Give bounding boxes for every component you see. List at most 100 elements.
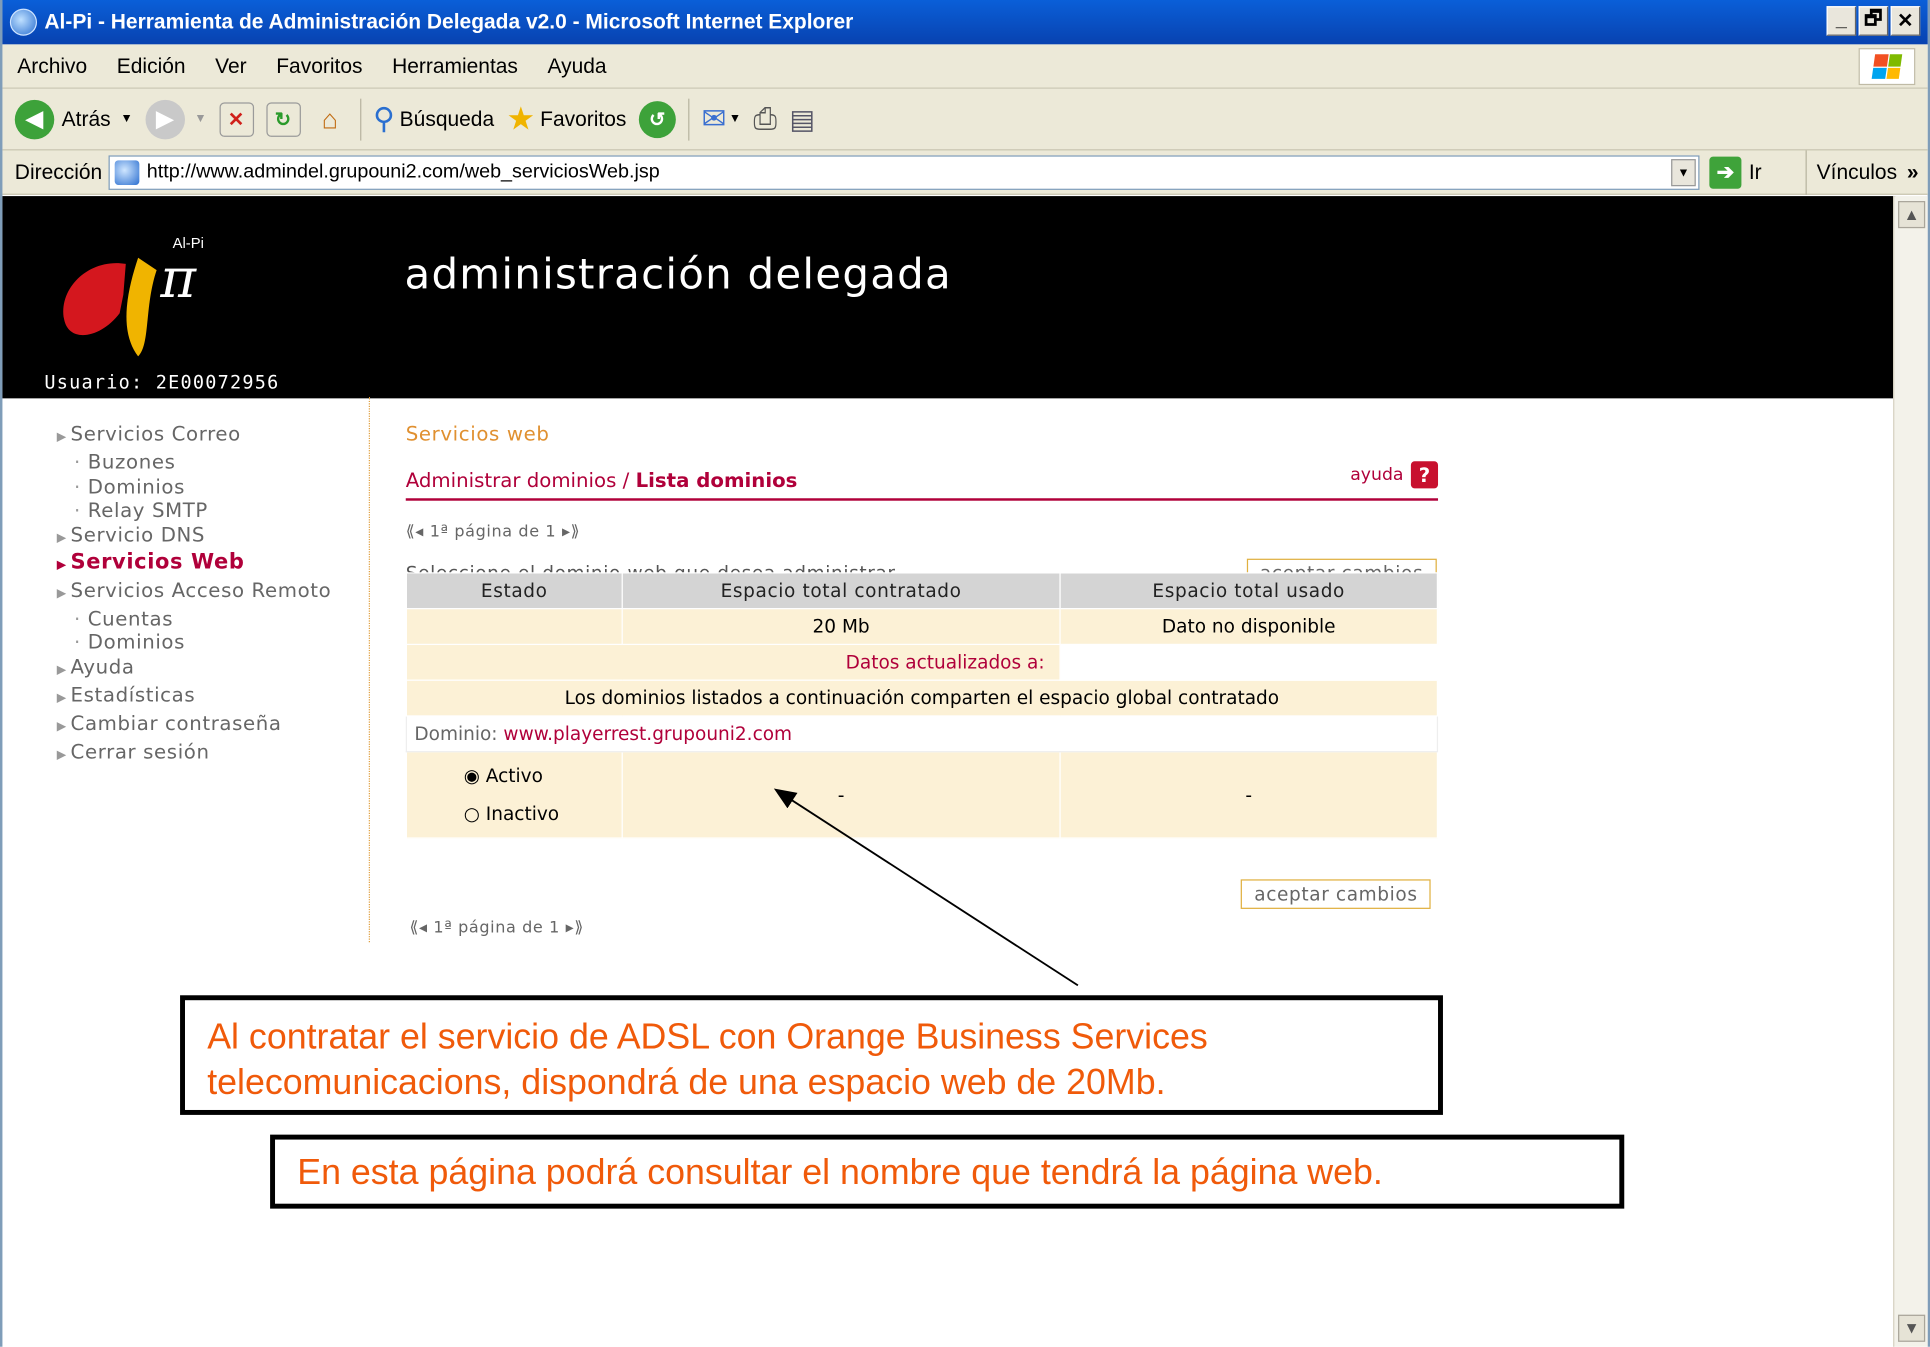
sidebar-item-estad-sticas[interactable]: ▶ Estadísticas: [57, 683, 365, 711]
printer-icon: ⎙: [753, 101, 778, 136]
next-page-icon[interactable]: ▸⟫: [566, 919, 584, 937]
sidebar-item-servicios-web[interactable]: ▶ Servicios Web: [56, 550, 365, 578]
pager-top: ⟪◂ 1ª página de 1 ▸⟫: [406, 523, 580, 541]
chevron-right-icon: ▶: [56, 719, 67, 734]
search-label: Búsqueda: [399, 106, 495, 131]
menu-archivo[interactable]: Archivo: [17, 54, 87, 79]
chevron-down-icon: ▼: [728, 112, 742, 126]
next-page-icon[interactable]: ▸⟫: [562, 523, 580, 541]
sidebar-item-label: Servicio DNS: [70, 523, 206, 547]
sidebar-item-label: Cambiar contraseña: [70, 711, 282, 735]
forward-button[interactable]: ▶ ▼: [145, 99, 207, 139]
radio-unselected-icon[interactable]: ○: [464, 802, 480, 824]
section-title: Servicios web: [405, 421, 550, 446]
sidebar-item-relay-smtp[interactable]: Relay SMTP: [57, 499, 365, 523]
links-label: Vínculos: [1816, 160, 1898, 184]
pager-label: 1ª página de 1: [433, 918, 560, 938]
sidebar-item-servicio-dns[interactable]: ▶ Servicio DNS: [57, 523, 365, 551]
breadcrumb-separator: /: [616, 468, 636, 493]
cell-contratado: 20 Mb: [621, 608, 1061, 646]
windows-logo-icon: [1858, 48, 1916, 86]
first-page-icon[interactable]: ⟪◂: [406, 523, 424, 541]
home-button[interactable]: ⌂: [313, 102, 348, 137]
table-row: 20 Mb Dato no disponible: [405, 608, 1439, 646]
minimize-button[interactable]: _: [1826, 6, 1857, 36]
toolbar: ◀ Atrás ▼ ▶ ▼ ✕ ↻ ⌂ ⚲ Búsqueda ★ Favorit…: [2, 88, 1928, 151]
sidebar-item-servicios-acceso-remoto[interactable]: ▶ Servicios Acceso Remoto: [57, 578, 365, 606]
sidebar-item-buzones[interactable]: Buzones: [57, 450, 365, 474]
help-label: ayuda: [1350, 464, 1404, 485]
window-title: Al-Pi - Herramienta de Administración De…: [44, 9, 854, 34]
go-button[interactable]: ➔ Ir: [1709, 156, 1762, 189]
menu-ayuda[interactable]: Ayuda: [548, 54, 607, 79]
address-dropdown[interactable]: ▼: [1671, 159, 1696, 187]
sidebar-item-servicios-correo[interactable]: ▶ Servicios Correo: [57, 422, 365, 450]
col-contratado: Espacio total contratado: [621, 572, 1061, 610]
address-label: Dirección: [14, 159, 103, 184]
cell-estado: [405, 608, 623, 646]
edit-button[interactable]: ▤: [789, 103, 815, 135]
shared-note: Los dominios listados a continuación com…: [405, 679, 1439, 717]
scroll-up-button[interactable]: ▲: [1898, 201, 1926, 229]
search-button[interactable]: ⚲ Búsqueda: [373, 101, 494, 137]
favorites-button[interactable]: ★ Favoritos: [506, 100, 626, 138]
toolbar-separator: [359, 98, 361, 140]
stop-button[interactable]: ✕: [218, 101, 254, 137]
help-link[interactable]: ayuda ?: [1350, 461, 1439, 489]
refresh-button[interactable]: ↻: [265, 101, 301, 137]
address-url: http://www.admindel.grupouni2.com/web_se…: [146, 161, 660, 183]
chevron-down-icon: ▼: [120, 112, 133, 126]
links-button[interactable]: Vínculos »: [1805, 150, 1919, 195]
updated-label: Datos actualizados a:: [405, 643, 1061, 681]
menu-herramientas[interactable]: Herramientas: [392, 54, 518, 79]
callout-note-1: Al contratar el servicio de ADSL con Ora…: [180, 995, 1443, 1115]
sidebar-item-ayuda[interactable]: ▶ Ayuda: [57, 655, 365, 683]
sidebar-item-cuentas[interactable]: Cuentas: [57, 606, 365, 630]
menu-edicion[interactable]: Edición: [117, 54, 186, 79]
star-icon: ★: [506, 99, 536, 137]
sidebar-item-label: Servicios Web: [70, 550, 245, 575]
chevron-right-icon: »: [1906, 160, 1919, 184]
sidebar-item-cerrar-sesi-n[interactable]: ▶ Cerrar sesión: [57, 739, 365, 767]
main-content: Servicios web Administrar dominios / Lis…: [405, 421, 1439, 589]
back-label: Atrás: [61, 106, 111, 131]
domain-contracted: -: [621, 751, 1061, 839]
radio-inactivo-row[interactable]: ○ Inactivo: [464, 795, 622, 833]
close-button[interactable]: ✕: [1890, 6, 1921, 36]
sidebar-item-label: Servicios Correo: [70, 421, 241, 446]
domain-link[interactable]: www.playerrest.grupouni2.com: [503, 723, 792, 745]
restore-button[interactable]: 🗗: [1858, 6, 1889, 36]
vertical-scrollbar[interactable]: ▲ ▼: [1893, 196, 1928, 1347]
radio-activo-row[interactable]: ◉ Activo: [464, 757, 622, 795]
menu-ver[interactable]: Ver: [215, 54, 246, 79]
address-input[interactable]: http://www.admindel.grupouni2.com/web_se…: [108, 155, 1700, 190]
sidebar-item-label: Cerrar sesión: [70, 739, 210, 763]
back-button[interactable]: ◀ Atrás ▼: [14, 99, 133, 139]
mail-button[interactable]: ✉ ▼: [702, 101, 741, 137]
chevron-right-icon: ▶: [56, 691, 67, 706]
sidebar-item-label: Cuentas: [87, 606, 174, 630]
history-button[interactable]: ↺: [638, 100, 676, 138]
radio-selected-icon[interactable]: ◉: [464, 764, 480, 786]
accept-changes-button-bottom[interactable]: aceptar cambios: [1240, 879, 1432, 909]
chevron-down-icon: ▼: [194, 112, 207, 126]
sidebar-item-dominios[interactable]: Dominios: [57, 631, 365, 655]
refresh-icon: ↻: [265, 101, 301, 137]
chevron-right-icon: ▶: [56, 663, 67, 678]
sidebar-item-dominios[interactable]: Dominios: [57, 474, 365, 498]
col-usado: Espacio total usado: [1059, 572, 1439, 610]
scroll-down-button[interactable]: ▼: [1898, 1314, 1926, 1342]
chevron-right-icon: ▶: [56, 558, 67, 573]
help-icon: ?: [1410, 461, 1439, 489]
callout-note-2: En esta página podrá consultar el nombre…: [270, 1134, 1625, 1209]
browser-window: Al-Pi - Herramienta de Administración De…: [0, 0, 1930, 1347]
title-bar: Al-Pi - Herramienta de Administración De…: [2, 0, 1928, 45]
menu-favoritos[interactable]: Favoritos: [276, 54, 362, 79]
print-button[interactable]: ⎙: [753, 102, 777, 137]
sidebar-item-cambiar-contrase-a[interactable]: ▶ Cambiar contraseña: [57, 711, 365, 739]
domains-table: Estado Espacio total contratado Espacio …: [405, 572, 1439, 839]
first-page-icon[interactable]: ⟪◂: [409, 919, 427, 937]
domain-label: Dominio:: [414, 722, 498, 745]
breadcrumb-link[interactable]: Administrar dominios: [406, 469, 617, 492]
sidebar-item-label: Ayuda: [70, 655, 135, 679]
